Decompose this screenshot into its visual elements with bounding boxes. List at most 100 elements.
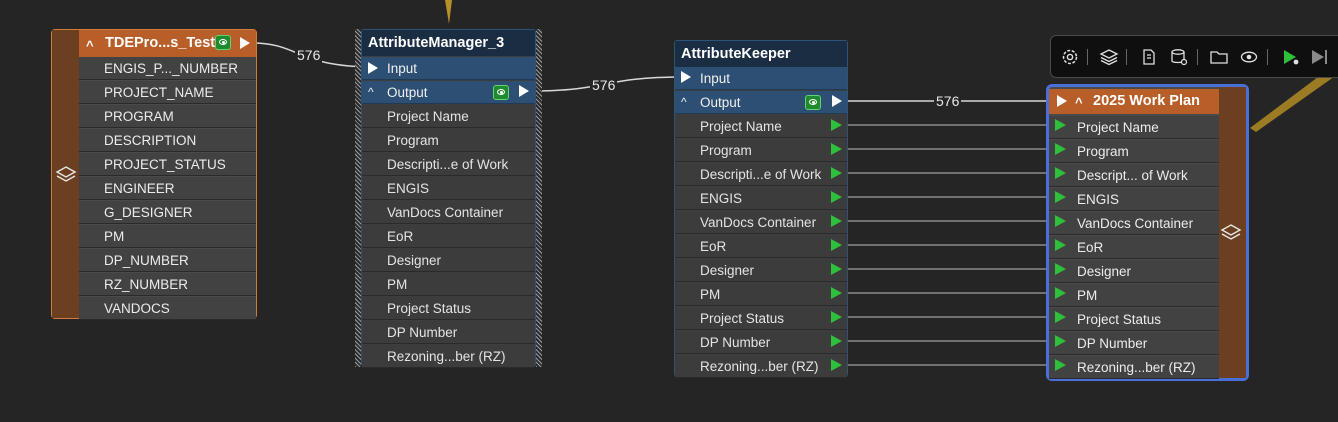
attribute-keeper-input-arrow-icon[interactable] <box>681 71 691 83</box>
writer-attribute-row[interactable]: EoR <box>1049 236 1219 259</box>
attribute-output-port-icon[interactable] <box>831 215 842 227</box>
attribute-keeper-attribute-row[interactable]: EoR <box>675 235 847 258</box>
attribute-output-port-icon[interactable] <box>831 359 842 371</box>
attribute-keeper-attribute-row[interactable]: Project Status <box>675 307 847 330</box>
attribute-manager-attribute-row[interactable]: ENGIS <box>362 177 535 200</box>
attribute-input-port-icon[interactable] <box>1055 215 1066 227</box>
reader-attribute-row[interactable]: G_DESIGNER <box>79 201 256 224</box>
writer-attribute-row[interactable]: Rezoning...ber (RZ) <box>1049 356 1219 379</box>
attribute-manager-attribute-row[interactable]: EoR <box>362 225 535 248</box>
attribute-output-port-icon[interactable] <box>831 263 842 275</box>
attribute-keeper-output-port[interactable]: ^ Output <box>675 91 847 114</box>
reader-inspect-icon[interactable] <box>215 35 231 50</box>
connection-count-label[interactable]: 576 <box>934 93 962 109</box>
connection-count-label[interactable]: 576 <box>590 77 618 93</box>
collapse-chevron-icon[interactable]: ^ <box>681 91 687 114</box>
attribute-input-port-icon[interactable] <box>1055 143 1066 155</box>
workspace-canvas[interactable]: ^ TDEPro...s_Test ENGIS_P..._NUMBER PROJE… <box>0 0 1338 422</box>
attribute-input-port-icon[interactable] <box>1055 263 1066 275</box>
attribute-manager-inspect-icon[interactable] <box>493 85 509 100</box>
writer-attribute-row[interactable]: Designer <box>1049 260 1219 283</box>
attribute-keeper-attribute-row[interactable]: DP Number <box>675 331 847 354</box>
attribute-output-port-icon[interactable] <box>831 335 842 347</box>
reader-attribute-row[interactable]: RZ_NUMBER <box>79 273 256 296</box>
inspect-icon[interactable] <box>1239 47 1259 67</box>
reader-output-port-icon[interactable] <box>240 37 250 49</box>
writer-attribute-row[interactable]: VanDocs Container <box>1049 212 1219 235</box>
reader-attribute-row[interactable]: DP_NUMBER <box>79 249 256 272</box>
collapse-chevron-icon[interactable]: ^ <box>368 81 374 104</box>
attribute-keeper-attribute-row[interactable]: PM <box>675 283 847 306</box>
attribute-keeper-attribute-row[interactable]: Rezoning...ber (RZ) <box>675 355 847 378</box>
connection-count-label[interactable]: 576 <box>295 47 323 63</box>
attribute-manager-attribute-row[interactable]: VanDocs Container <box>362 201 535 224</box>
reader-attribute-row[interactable]: ENGINEER <box>79 177 256 200</box>
reader-attribute-row[interactable]: PROJECT_STATUS <box>79 153 256 176</box>
writer-attribute-row[interactable]: DP Number <box>1049 332 1219 355</box>
attribute-manager-attribute-row[interactable]: Project Name <box>362 105 535 128</box>
reader-attribute-row[interactable]: ENGIS_P..._NUMBER <box>79 57 256 80</box>
reader-attribute-row[interactable]: PROJECT_NAME <box>79 81 256 104</box>
folder-icon[interactable] <box>1209 47 1229 67</box>
reader-attribute-row[interactable]: PROGRAM <box>79 105 256 128</box>
attribute-manager-title[interactable]: AttributeManager_3 <box>362 30 535 56</box>
attribute-input-port-icon[interactable] <box>1055 311 1066 323</box>
collapse-chevron-icon[interactable]: ^ <box>86 32 94 57</box>
attribute-manager-output-arrow-icon[interactable] <box>519 85 529 97</box>
database-settings-icon[interactable] <box>1169 47 1189 67</box>
attribute-manager-attribute-row[interactable]: DP Number <box>362 321 535 344</box>
run-disabled-icon[interactable] <box>1308 47 1328 67</box>
attribute-keeper-output-arrow-icon[interactable] <box>832 95 842 107</box>
attribute-keeper-attribute-row[interactable]: Designer <box>675 259 847 282</box>
attribute-manager-node[interactable]: AttributeManager_3 Input ^ Output Projec… <box>361 29 536 368</box>
gear-icon[interactable] <box>1060 47 1080 67</box>
attribute-output-port-icon[interactable] <box>831 119 842 131</box>
attribute-keeper-inspect-icon[interactable] <box>805 95 821 110</box>
attribute-manager-attribute-row[interactable]: Program <box>362 129 535 152</box>
attribute-manager-attribute-row[interactable]: PM <box>362 273 535 296</box>
attribute-input-port-icon[interactable] <box>1055 119 1066 131</box>
reader-attribute-row[interactable]: PM <box>79 225 256 248</box>
attribute-input-port-icon[interactable] <box>1055 239 1066 251</box>
attribute-keeper-title[interactable]: AttributeKeeper <box>675 41 847 67</box>
attribute-manager-attribute-row[interactable]: Descripti...e of Work <box>362 153 535 176</box>
reader-icon[interactable] <box>1139 47 1159 67</box>
attribute-keeper-attribute-row[interactable]: VanDocs Container <box>675 211 847 234</box>
writer-attribute-row[interactable]: Project Name <box>1049 116 1219 139</box>
attribute-keeper-attribute-row[interactable]: ENGIS <box>675 187 847 210</box>
attribute-output-port-icon[interactable] <box>831 191 842 203</box>
attribute-manager-attribute-row[interactable]: Project Status <box>362 297 535 320</box>
attribute-input-port-icon[interactable] <box>1055 335 1066 347</box>
writer-feature-type[interactable]: ^ 2025 Work Plan Project Name Program Desc… <box>1046 84 1249 381</box>
layers-icon[interactable] <box>1099 47 1119 67</box>
attribute-keeper-attribute-row[interactable]: Program <box>675 139 847 162</box>
attribute-output-port-icon[interactable] <box>831 311 842 323</box>
attribute-manager-output-port[interactable]: ^ Output <box>362 81 535 104</box>
attribute-keeper-attribute-row[interactable]: Descripti...e of Work <box>675 163 847 186</box>
attribute-input-port-icon[interactable] <box>1055 359 1066 371</box>
attribute-output-port-icon[interactable] <box>831 167 842 179</box>
writer-attribute-row[interactable]: ENGIS <box>1049 188 1219 211</box>
collapse-chevron-icon[interactable]: ^ <box>1075 90 1083 114</box>
attribute-manager-attribute-row[interactable]: Rezoning...ber (RZ) <box>362 345 535 368</box>
attribute-keeper-attribute-row[interactable]: Project Name <box>675 115 847 138</box>
attribute-input-port-icon[interactable] <box>1055 287 1066 299</box>
writer-attribute-row[interactable]: PM <box>1049 284 1219 307</box>
attribute-manager-input-arrow-icon[interactable] <box>368 62 378 74</box>
writer-attribute-row[interactable]: Descript... of Work <box>1049 164 1219 187</box>
reader-feature-type[interactable]: ^ TDEPro...s_Test ENGIS_P..._NUMBER PROJE… <box>51 29 257 320</box>
attribute-output-port-icon[interactable] <box>831 143 842 155</box>
writer-attribute-row[interactable]: Project Status <box>1049 308 1219 331</box>
attribute-keeper-input-port[interactable]: Input <box>675 67 847 90</box>
attribute-manager-attribute-row[interactable]: Designer <box>362 249 535 272</box>
reader-attribute-row[interactable]: DESCRIPTION <box>79 129 256 152</box>
writer-attribute-row[interactable]: Program <box>1049 140 1219 163</box>
attribute-input-port-icon[interactable] <box>1055 191 1066 203</box>
writer-input-arrow-icon[interactable] <box>1057 95 1067 107</box>
reader-attribute-row[interactable]: VANDOCS <box>79 297 256 320</box>
attribute-input-port-icon[interactable] <box>1055 167 1066 179</box>
attribute-output-port-icon[interactable] <box>831 287 842 299</box>
attribute-keeper-node[interactable]: AttributeKeeper Input ^ Output Project N… <box>674 40 848 378</box>
attribute-manager-input-port[interactable]: Input <box>362 57 535 80</box>
attribute-output-port-icon[interactable] <box>831 239 842 251</box>
